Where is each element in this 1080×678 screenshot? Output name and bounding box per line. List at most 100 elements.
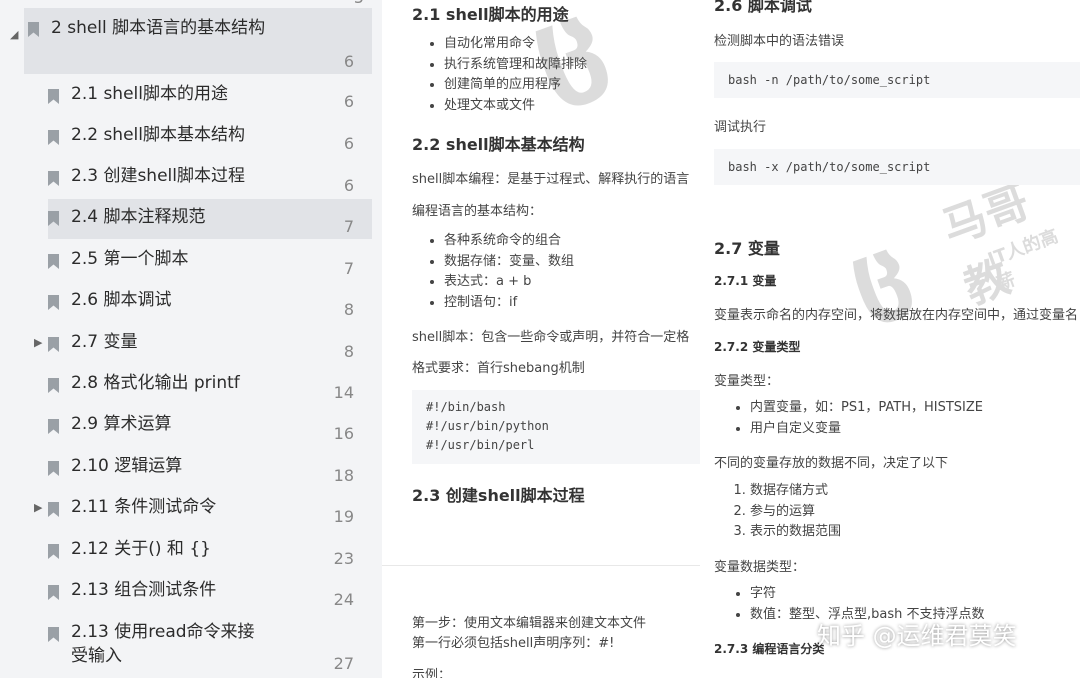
paragraph: shell脚本：包含一些命令或声明，并符合一定格 xyxy=(412,330,690,345)
toc-item-2-13-read[interactable]: 2.13 使用read命令来接受输入 27 xyxy=(48,620,372,678)
document-page-right: ც 马哥教 IT人的高薪 2.6 脚本调试 检测脚本中的语法错误 bash -n… xyxy=(700,0,1080,678)
toc-item-label: 2.9 算术运算 xyxy=(71,414,172,434)
bookmark-icon xyxy=(48,461,59,476)
caret-down-icon[interactable]: ◢ xyxy=(10,28,24,41)
list-item: 参与的运算 xyxy=(750,502,841,523)
toc-item-label: 2.6 脚本调试 xyxy=(71,290,172,310)
toc-item-label: 2.13 组合测试条件 xyxy=(71,580,217,600)
toc-item-label: 2.13 使用read命令来接受输入 xyxy=(71,622,255,666)
code-block: bash -n /path/to/some_script xyxy=(714,62,1080,98)
toc-item-2-3[interactable]: 2.3 创建shell脚本过程 6 xyxy=(48,164,372,204)
toc-item-page: 6 xyxy=(343,52,354,71)
toc-item-page: 23 xyxy=(333,549,354,568)
list-item: 处理文本或文件 xyxy=(444,96,587,117)
bookmark-icon xyxy=(48,337,59,352)
paragraph: 变量类型： xyxy=(714,374,780,389)
toc-item-2[interactable]: ◢ 2 shell 脚本语言的基本结构 6 xyxy=(10,8,372,74)
toc-item-2-5[interactable]: 2.5 第一个脚本 7 xyxy=(48,247,372,287)
paragraph: 检测脚本中的语法错误 xyxy=(714,34,845,49)
toc-item-page: 6 xyxy=(343,92,354,111)
paragraph: 格式要求：首行shebang机制 xyxy=(412,361,585,376)
toc-item-label: 2.2 shell脚本基本结构 xyxy=(71,125,245,145)
caret-right-icon[interactable]: ▶ xyxy=(34,501,48,514)
bookmark-icon xyxy=(48,130,59,145)
toc-item-label: 2.7 变量 xyxy=(71,332,138,352)
bookmark-icon xyxy=(48,627,59,642)
list-item: 表示的数据范围 xyxy=(750,522,841,543)
toc-item-page: 6 xyxy=(343,134,354,153)
list-item: 各种系统命令的组合 xyxy=(444,231,574,252)
diff-list: 数据存储方式 参与的运算 表示的数据范围 xyxy=(730,481,841,543)
list-item: 字符 xyxy=(750,584,985,605)
code-block: bash -x /path/to/some_script xyxy=(714,149,1080,185)
bookmark-icon xyxy=(48,419,59,434)
paragraph: 第一步：使用文本编辑器来创建文本文件 xyxy=(412,616,647,631)
bookmark-icon xyxy=(48,254,59,269)
toc-item-2-12[interactable]: 2.12 关于() 和 {} 23 xyxy=(48,537,372,577)
list-item: 数据存储方式 xyxy=(750,481,841,502)
toc-item-label: 2.5 第一个脚本 xyxy=(71,249,189,269)
toc-item-2-6[interactable]: 2.6 脚本调试 8 xyxy=(48,288,372,328)
subsection-heading: 2.7.1 变量 xyxy=(714,274,777,288)
toc-item-page: 18 xyxy=(333,466,354,485)
toc-item-label: 2.1 shell脚本的用途 xyxy=(71,84,228,104)
section-heading: 2.1 shell脚本的用途 xyxy=(412,5,569,24)
toc-item-page: 14 xyxy=(333,383,354,402)
section-heading: 2.2 shell脚本基本结构 xyxy=(412,135,585,154)
toc-item-2-11[interactable]: ▶ 2.11 条件测试命令 19 xyxy=(34,495,372,535)
toc-item-2-13[interactable]: 2.13 组合测试条件 24 xyxy=(48,578,372,618)
paragraph: 不同的变量存放的数据不同，决定了以下 xyxy=(714,456,949,471)
paragraph: 示例： xyxy=(412,668,452,678)
toc-item-page: 7 xyxy=(343,259,354,278)
paragraph: 变量表示命名的内存空间，将数据放在内存空间中，通过变量名 xyxy=(714,308,1079,323)
list-item: 数据存储：变量、数组 xyxy=(444,252,574,273)
watermark-slogan: IT人的高薪 xyxy=(985,225,1061,295)
list-item: 内置变量，如：PS1，PATH，HISTSIZE xyxy=(750,398,983,419)
bookmark-icon xyxy=(48,502,59,517)
toc-item-page: 8 xyxy=(343,300,354,319)
paragraph: 编程语言的基本结构： xyxy=(412,204,543,219)
list-item: 表达式：a + b xyxy=(444,272,574,293)
toc-item-page: 27 xyxy=(333,654,354,673)
bookmark-icon xyxy=(48,295,59,310)
structure-list: 各种系统命令的组合 数据存储：变量、数组 表达式：a + b 控制语句：if xyxy=(424,231,574,313)
bookmark-icon xyxy=(48,211,59,226)
subsection-heading: 2.7.2 变量类型 xyxy=(714,340,801,354)
toc-item-label: 2.11 条件测试命令 xyxy=(71,497,217,517)
toc-item-page: 8 xyxy=(343,342,354,361)
toc-item-page: 6 xyxy=(343,176,354,195)
caret-right-icon[interactable]: ▶ xyxy=(34,336,48,349)
paragraph: 变量数据类型： xyxy=(714,560,806,575)
toc-item-label: 2.3 创建shell脚本过程 xyxy=(71,166,245,186)
toc-item-2-1[interactable]: 2.1 shell脚本的用途 6 xyxy=(48,82,372,122)
toc-item-2-4[interactable]: 2.4 脚本注释规范 7 xyxy=(48,199,372,239)
section-heading: 2.7 变量 xyxy=(714,239,780,258)
toc-item-label: 2.8 格式化输出 printf xyxy=(71,373,240,393)
document-page-left: ც 2.1 shell脚本的用途 自动化常用命令 执行系统管理和故障排除 创建简… xyxy=(382,0,700,678)
bookmark-icon xyxy=(48,585,59,600)
paragraph: shell脚本编程：是基于过程式、解释执行的语言 xyxy=(412,172,690,187)
toc-item-label: 2.10 逻辑运算 xyxy=(71,456,183,476)
toc-item-page: 7 xyxy=(343,217,354,236)
toc-item-2-10[interactable]: 2.10 逻辑运算 18 xyxy=(48,454,372,494)
toc-item-2-8[interactable]: 2.8 格式化输出 printf 14 xyxy=(48,371,372,411)
bookmark-icon xyxy=(48,171,59,186)
toc-sidebar: 5 ◢ 2 shell 脚本语言的基本结构 6 2.1 shell脚本的用途 6… xyxy=(0,0,382,678)
types-list: 内置变量，如：PS1，PATH，HISTSIZE 用户自定义变量 xyxy=(730,398,983,439)
toc-item-2-7[interactable]: ▶ 2.7 变量 8 xyxy=(34,330,372,370)
code-block: #!/bin/bash #!/usr/bin/python #!/usr/bin… xyxy=(412,390,700,464)
toc-item-page: 16 xyxy=(333,424,354,443)
zhihu-watermark: 知乎 @运维君莫笑 xyxy=(817,622,1017,650)
toc-item-2-2[interactable]: 2.2 shell脚本基本结构 6 xyxy=(48,123,372,163)
list-item: 自动化常用命令 xyxy=(444,34,587,55)
toc-item-label: 2.12 关于() 和 {} xyxy=(71,539,211,559)
toc-item-label: 2 shell 脚本语言的基本结构 xyxy=(51,18,266,38)
page-divider xyxy=(382,565,700,566)
toc-item-label: 2.4 脚本注释规范 xyxy=(71,207,206,227)
subsection-heading: 2.7.3 编程语言分类 xyxy=(714,642,825,656)
uses-list: 自动化常用命令 执行系统管理和故障排除 创建简单的应用程序 处理文本或文件 xyxy=(424,34,587,116)
toc-item-2-9[interactable]: 2.9 算术运算 16 xyxy=(48,412,372,452)
paragraph: 第一行必须包括shell声明序列：#! xyxy=(412,636,615,651)
toc-item-page: 24 xyxy=(333,590,354,609)
section-heading: 2.3 创建shell脚本过程 xyxy=(412,486,585,505)
